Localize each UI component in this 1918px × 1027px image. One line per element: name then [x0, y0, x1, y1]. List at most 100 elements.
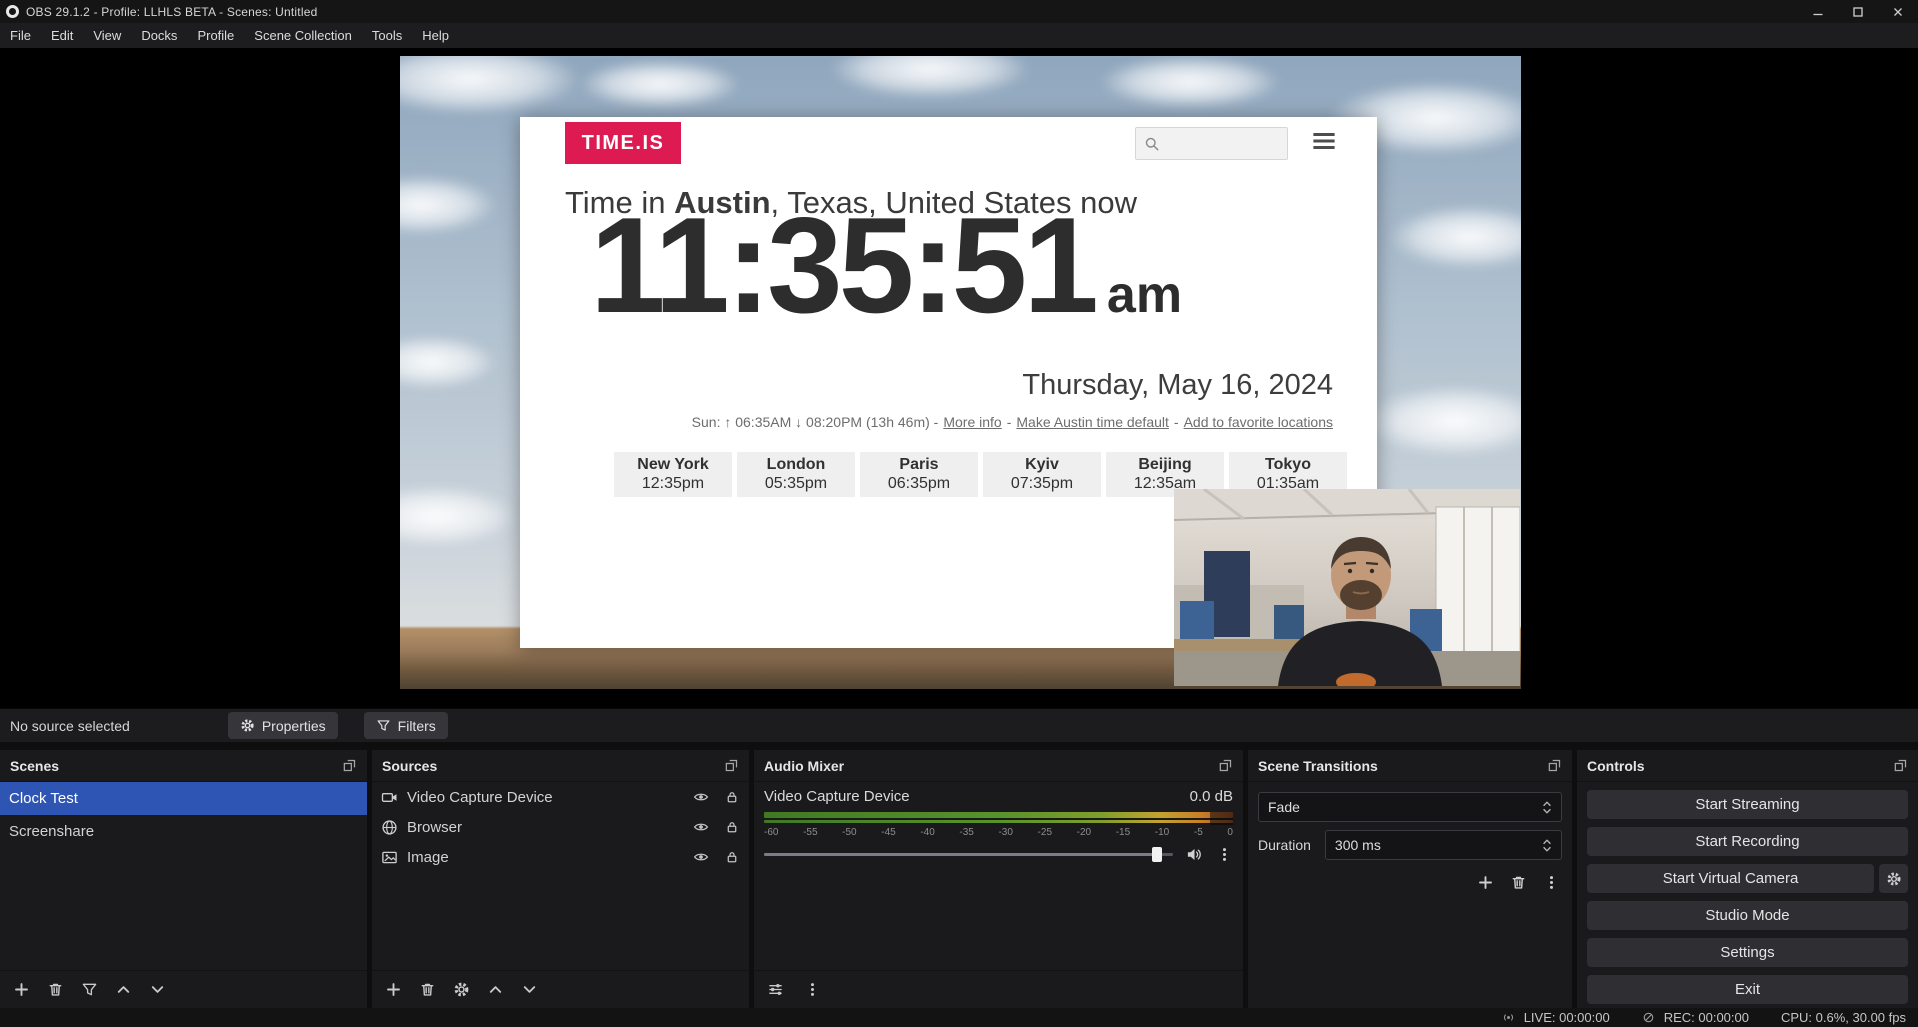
preview-area: TIME.IS Time in Austin, Texas, United St…: [0, 48, 1918, 708]
mixer-device-name: Video Capture Device: [764, 788, 910, 805]
move-scene-down-button chevron-down-icon[interactable]: [149, 981, 166, 998]
virtual-camera-config-button[interactable]: [1879, 864, 1908, 893]
scene-item-screenshare[interactable]: Screenshare: [0, 815, 367, 848]
menu-scene-collection[interactable]: Scene Collection: [244, 23, 362, 48]
world-clock-kyiv[interactable]: Kyiv07:35pm: [983, 452, 1101, 497]
scenes-panel: Scenes Clock Test Screenshare: [0, 750, 367, 1008]
speaker-icon mute-toggle[interactable]: [1186, 846, 1203, 863]
add-favorite-link[interactable]: Add to favorite locations: [1184, 414, 1333, 430]
cloud: [1390, 206, 1521, 268]
scene-filters-button funnel-icon[interactable]: [81, 981, 98, 998]
popout-icon[interactable]: [724, 758, 739, 773]
add-scene-button plus-icon[interactable]: [13, 981, 30, 998]
duration-input[interactable]: 300 ms: [1325, 830, 1562, 860]
webcam-source[interactable]: [1174, 489, 1520, 686]
more-info-link[interactable]: More info: [943, 414, 1001, 430]
volume-meter: [764, 812, 1233, 825]
gear-icon: [240, 718, 255, 733]
rec-timer: REC: 00:00:00: [1664, 1010, 1749, 1025]
lock-icon lock-toggle[interactable]: [724, 849, 740, 865]
spinner-arrows-icon[interactable]: [1542, 837, 1552, 854]
timeis-search-input[interactable]: [1166, 135, 1279, 153]
maximize-button[interactable]: [1838, 0, 1878, 23]
exit-button[interactable]: Exit: [1587, 975, 1908, 1004]
close-button[interactable]: [1878, 0, 1918, 23]
lock-icon lock-toggle[interactable]: [724, 819, 740, 835]
scene-transitions-panel: Scene Transitions Fade Duration 300 ms: [1248, 750, 1572, 1008]
start-recording-button[interactable]: Start Recording: [1587, 827, 1908, 856]
menu-profile[interactable]: Profile: [187, 23, 244, 48]
minimize-button[interactable]: [1798, 0, 1838, 23]
world-clock-paris[interactable]: Paris06:35pm: [860, 452, 978, 497]
add-transition-button plus-icon[interactable]: [1477, 874, 1494, 891]
chevron-up-down-icon: [1542, 799, 1552, 816]
source-item-image[interactable]: Image: [372, 842, 749, 872]
dock-panels: Scenes Clock Test Screenshare Sources: [0, 742, 1918, 1008]
transition-select[interactable]: Fade: [1258, 792, 1562, 822]
properties-button[interactable]: Properties: [228, 712, 338, 739]
start-virtual-camera-button[interactable]: Start Virtual Camera: [1587, 864, 1874, 893]
close-icon: [1892, 6, 1904, 18]
mixer-level-db: 0.0 dB: [1190, 788, 1233, 805]
current-date: Thursday, May 16, 2024: [1022, 369, 1333, 402]
move-source-down-button chevron-down-icon[interactable]: [521, 981, 538, 998]
menu-file[interactable]: File: [0, 23, 41, 48]
menu-edit[interactable]: Edit: [41, 23, 83, 48]
volume-slider[interactable]: [764, 847, 1173, 862]
controls-panel: Controls Start Streaming Start Recording…: [1577, 750, 1918, 1008]
hamburger-menu-button[interactable]: [1311, 130, 1337, 152]
eye-icon visibility-toggle[interactable]: [693, 789, 709, 805]
source-item-video-capture[interactable]: Video Capture Device: [372, 782, 749, 812]
add-source-button plus-icon[interactable]: [385, 981, 402, 998]
popout-icon[interactable]: [1547, 758, 1562, 773]
mixer-menu-button kebab-icon[interactable]: [804, 981, 821, 998]
settings-button[interactable]: Settings: [1587, 938, 1908, 967]
menu-tools[interactable]: Tools: [362, 23, 412, 48]
move-scene-up-button chevron-up-icon[interactable]: [115, 981, 132, 998]
timeis-logo[interactable]: TIME.IS: [565, 122, 681, 164]
filters-button[interactable]: Filters: [364, 712, 448, 739]
start-streaming-button[interactable]: Start Streaming: [1587, 790, 1908, 819]
lock-icon lock-toggle[interactable]: [724, 789, 740, 805]
no-source-label: No source selected: [10, 718, 130, 734]
cloud: [580, 60, 740, 108]
live-timer: LIVE: 00:00:00: [1524, 1010, 1610, 1025]
studio-mode-button[interactable]: Studio Mode: [1587, 901, 1908, 930]
popout-icon[interactable]: [1218, 758, 1233, 773]
audio-mixer-panel: Audio Mixer Video Capture Device 0.0 dB …: [754, 750, 1243, 1008]
remove-source-button trash-icon[interactable]: [419, 981, 436, 998]
menu-help[interactable]: Help: [412, 23, 459, 48]
sun-times: Sun: ↑ 06:35AM ↓ 08:20PM (13h 46m) -: [692, 414, 939, 430]
funnel-icon: [376, 718, 391, 733]
hamburger-icon: [1311, 130, 1337, 152]
remove-scene-button trash-icon[interactable]: [47, 981, 64, 998]
eye-icon visibility-toggle[interactable]: [693, 849, 709, 865]
cloud: [400, 486, 516, 546]
popout-icon[interactable]: [1893, 758, 1908, 773]
advanced-audio-button sliders-icon[interactable]: [767, 981, 784, 998]
transition-menu-button kebab-icon[interactable]: [1543, 874, 1560, 891]
source-item-browser[interactable]: Browser: [372, 812, 749, 842]
menu-docks[interactable]: Docks: [131, 23, 187, 48]
cloud: [1100, 56, 1280, 108]
world-clock-london[interactable]: London05:35pm: [737, 452, 855, 497]
world-clock-new-york[interactable]: New York12:35pm: [614, 452, 732, 497]
kebab-icon mixer-item-menu[interactable]: [1216, 846, 1233, 863]
meridiem: am: [1107, 269, 1182, 321]
scene-transitions-title: Scene Transitions: [1258, 758, 1378, 774]
scene-item-clock-test[interactable]: Clock Test: [0, 782, 367, 815]
menu-view[interactable]: View: [83, 23, 131, 48]
eye-icon visibility-toggle[interactable]: [693, 819, 709, 835]
sources-panel: Sources Video Capture Device Browser: [372, 750, 749, 1008]
timeis-search-box[interactable]: [1135, 127, 1288, 160]
popout-icon[interactable]: [342, 758, 357, 773]
duration-label: Duration: [1258, 837, 1311, 853]
volume-slider-handle[interactable]: [1152, 847, 1162, 862]
make-default-link[interactable]: Make Austin time default: [1016, 414, 1169, 430]
status-bar: LIVE: 00:00:00 REC: 00:00:00 CPU: 0.6%, …: [0, 1008, 1918, 1027]
remove-transition-button trash-icon[interactable]: [1510, 874, 1527, 891]
maximize-icon: [1852, 6, 1864, 18]
cloud: [400, 336, 496, 388]
source-properties-button gear-icon[interactable]: [453, 981, 470, 998]
move-source-up-button chevron-up-icon[interactable]: [487, 981, 504, 998]
